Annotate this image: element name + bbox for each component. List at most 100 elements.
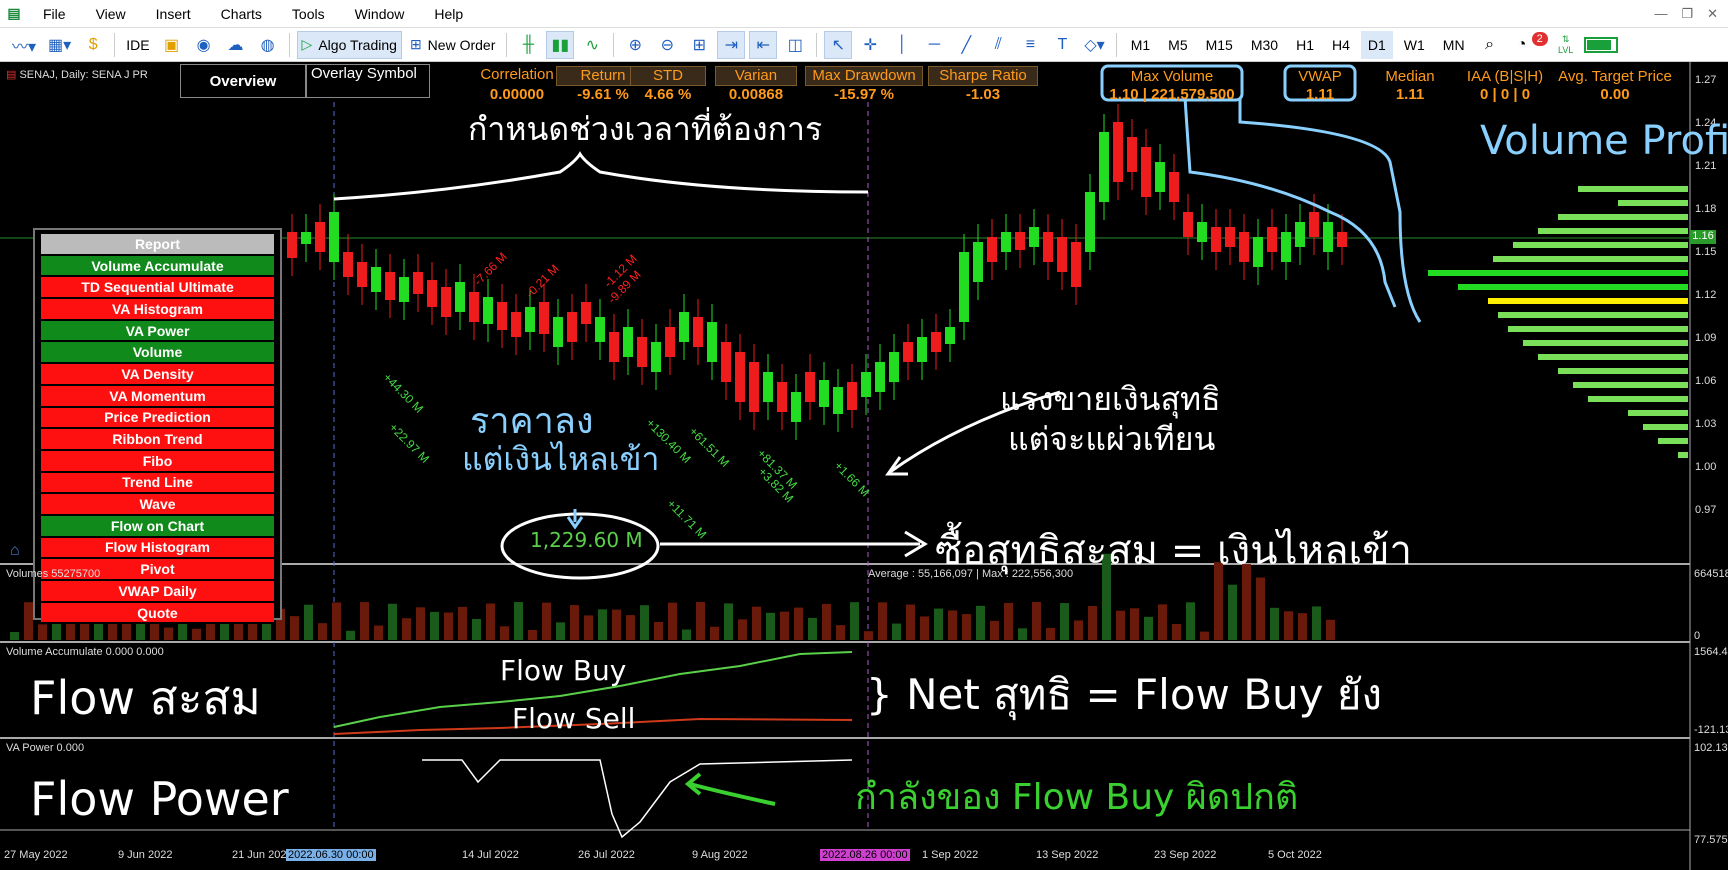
chart-area[interactable]: ▤ SENAJ, Daily: SENA J PR Overview Overl… [0,62,1728,870]
candle-body [931,332,941,352]
restore-icon[interactable]: ❐ [1681,6,1693,22]
cloud-icon[interactable]: ☁ [222,31,250,59]
stat2-header: VWAP [1298,68,1342,85]
zoom-in-icon[interactable]: ⊕ [621,31,649,59]
candle-body [413,272,423,294]
candle-body [1211,227,1221,252]
channel-icon[interactable]: ⫽ [984,31,1012,59]
candle-body [1043,232,1053,262]
candles-icon[interactable]: ▮▮ [546,30,575,59]
tf-w1[interactable]: W1 [1397,31,1432,59]
volume-bar [1144,616,1153,640]
signal-icon[interactable]: ◉ [190,31,218,59]
new-order-button[interactable]: ⊞ New Order [406,31,499,59]
dollar-icon[interactable]: $ [79,31,107,59]
crosshair-icon[interactable]: ✛ [856,31,884,59]
close-icon[interactable]: ✕ [1707,6,1718,22]
candle-body [525,307,535,332]
menu-help[interactable]: Help [419,6,478,22]
report-item[interactable]: Volume Accumulate [41,255,274,278]
candle-body [805,372,815,402]
chart-type-icon[interactable]: 〰▾ [8,31,40,59]
trendline-icon[interactable]: ╱ [952,31,980,59]
volume-bar [724,603,733,640]
report-item[interactable]: Wave [41,494,274,516]
zoom-out-icon[interactable]: ⊖ [653,31,681,59]
report-item[interactable]: VA Power [41,320,274,343]
tf-m1[interactable]: M1 [1124,31,1157,59]
tf-h1[interactable]: H1 [1289,31,1321,59]
report-item[interactable]: Quote [41,602,274,625]
report-item[interactable]: VA Density [41,364,274,386]
minimize-icon[interactable]: — [1654,6,1667,22]
bar-chart-icon[interactable]: ╫ [514,31,542,59]
report-item[interactable]: VWAP Daily [41,581,274,603]
home-icon[interactable]: ⌂ [10,542,20,560]
lvl-icon[interactable]: ⇅ LVL [1552,31,1580,59]
overview-tab[interactable]: Overview [180,64,306,98]
shapes-icon[interactable]: ◇▾ [1080,31,1108,59]
volume-bar [360,602,369,640]
range-end-tag: 2022.08.26 00:00 [820,849,910,861]
vertical-line-icon[interactable]: │ [888,31,916,59]
annotation-total: 1,229.60 M [530,528,643,552]
volume-bar [1088,606,1097,640]
volume-bar [416,607,425,640]
candle-body [735,352,745,402]
candle-body [819,380,829,407]
tf-m15[interactable]: M15 [1199,31,1240,59]
tf-d1[interactable]: D1 [1360,30,1393,59]
tf-h4[interactable]: H4 [1325,31,1357,59]
screenshot-icon[interactable]: ◫ [781,31,809,59]
chart-shift-icon[interactable]: ⇤ [749,30,778,59]
report-item[interactable]: Flow on Chart [41,515,274,538]
report-item[interactable]: Fibo [41,450,274,473]
report-item[interactable]: Volume [41,342,274,365]
report-item[interactable]: Ribbon Trend [41,429,274,451]
price-tick: 1.00 [1695,461,1717,473]
volume-profile-bar [1558,214,1688,220]
tf-m30[interactable]: M30 [1244,31,1285,59]
ide-button[interactable]: IDE [122,31,153,59]
menu-file[interactable]: File [28,6,81,22]
text-icon[interactable]: T [1048,31,1076,59]
report-item[interactable]: VA Histogram [41,299,274,321]
search-icon[interactable]: ⌕ [1476,31,1504,59]
volume-bar [444,612,453,640]
volume-bar [486,603,495,640]
globe-icon[interactable]: ◍ [254,31,282,59]
cursor-icon[interactable]: ↖ [824,30,853,59]
report-item[interactable]: Trend Line [41,472,274,495]
notifications-icon[interactable]: ◔ [1508,31,1536,59]
overlay-symbol-tab[interactable]: Overlay Symbol [306,64,430,98]
report-item[interactable]: VA Momentum [41,385,274,408]
grid-icon[interactable]: ⊞ [685,31,713,59]
volume-bar [472,618,481,640]
menu-window[interactable]: Window [340,6,420,22]
fibo-icon[interactable]: ≡ [1016,31,1044,59]
horizontal-line-icon[interactable]: ─ [920,31,948,59]
tf-m5[interactable]: M5 [1161,31,1194,59]
candle-body [1295,222,1305,247]
lvl-arrows-icon: ⇅ [1561,34,1570,44]
date-tick: 27 May 2022 [4,849,68,861]
menu-view[interactable]: View [81,6,141,22]
report-item[interactable]: Flow Histogram [41,537,274,560]
menu-charts[interactable]: Charts [206,6,277,22]
candle-body [1029,227,1039,247]
templates-icon[interactable]: ▦▾ [44,31,75,59]
line-chart-icon[interactable]: ∿ [578,31,606,59]
vol-acc-top: 1564.46 [1694,646,1728,658]
annotation-force2: แต่จะแผ่วเทียน [1008,420,1216,458]
candle-body [469,292,479,322]
volume-profile-bar [1643,424,1688,430]
menu-insert[interactable]: Insert [141,6,206,22]
algo-trading-button[interactable]: ▷ Algo Trading [296,30,402,59]
bag-icon[interactable]: ▣ [158,31,186,59]
menu-tools[interactable]: Tools [277,6,340,22]
tf-mn[interactable]: MN [1436,31,1472,59]
report-item[interactable]: Price Prediction [41,407,274,430]
report-item[interactable]: TD Sequential Ultimate [41,277,274,300]
volume-bar [892,623,901,640]
autoscroll-icon[interactable]: ⇥ [717,30,746,59]
